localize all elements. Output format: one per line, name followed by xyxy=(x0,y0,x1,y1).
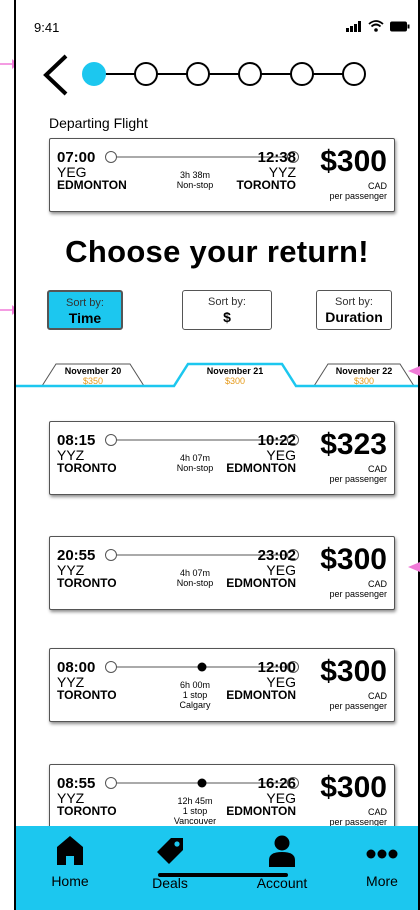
nav-account[interactable]: Account xyxy=(242,834,322,891)
flight-price: $323 xyxy=(320,428,387,461)
dep-city: TORONTO xyxy=(57,576,117,590)
annotation-arrow-flight-card xyxy=(408,562,420,572)
tag-icon xyxy=(157,838,183,864)
flight-price: $300 xyxy=(320,771,387,804)
step-4 xyxy=(238,62,262,86)
price-per-passenger: per passenger xyxy=(329,191,387,201)
price-currency: CAD xyxy=(367,807,387,817)
step-5 xyxy=(290,62,314,86)
step-2 xyxy=(134,62,158,86)
dep-city: TORONTO xyxy=(57,688,117,702)
tab-november-22[interactable]: November 22 $300 xyxy=(319,365,409,387)
price-per-passenger: per passenger xyxy=(329,589,387,599)
step-1 xyxy=(82,62,106,86)
person-icon xyxy=(269,835,295,867)
tab-november-20[interactable]: November 20 $350 xyxy=(48,365,138,387)
price-currency: CAD xyxy=(367,579,387,589)
phone-frame: 9:41 Departing Flight 07:00 YEG EDMONTON… xyxy=(14,0,420,910)
flight-price: $300 xyxy=(320,543,387,576)
progress-stepper xyxy=(80,59,390,89)
price-currency: CAD xyxy=(367,691,387,701)
price-per-passenger: per passenger xyxy=(329,701,387,711)
dep-city: TORONTO xyxy=(57,461,117,475)
departing-flight-label: Departing Flight xyxy=(49,115,148,131)
back-chevron-icon[interactable] xyxy=(38,52,74,98)
flight-price: $300 xyxy=(320,145,387,178)
arr-city: EDMONTON xyxy=(226,461,296,475)
nav-more[interactable]: More xyxy=(342,834,418,889)
dep-city: TORONTO xyxy=(57,804,117,818)
home-icon xyxy=(57,836,83,865)
date-tabs: November 20 $350 November 21 $300 Novemb… xyxy=(16,356,418,392)
signal-icon xyxy=(346,20,361,32)
wifi-icon xyxy=(368,20,384,32)
more-icon xyxy=(366,849,398,859)
return-flight-card[interactable]: 08:00 YYZ TORONTO 6h 00m 1 stop Calgary 12:00 Y… xyxy=(49,648,395,722)
flight-price: $300 xyxy=(320,655,387,688)
status-time: 9:41 xyxy=(34,20,60,35)
return-flight-card[interactable]: 08:15 YYZ TORONTO 4h 07m Non-stop 10:22 YEG EDM… xyxy=(49,421,395,495)
departing-flight-card[interactable]: 07:00 YEG EDMONTON 3h 38m Non-stop 12:38… xyxy=(49,138,395,212)
nav-deals[interactable]: Deals xyxy=(130,834,210,891)
tab-november-21[interactable]: November 21 $300 xyxy=(190,365,280,387)
page-title: Choose your return! xyxy=(65,234,369,269)
sort-by-time-button[interactable]: Sort by: Time xyxy=(47,290,123,330)
arr-city: TORONTO xyxy=(236,178,296,192)
status-bar: 9:41 xyxy=(16,0,418,40)
return-flight-card[interactable]: 20:55 YYZ TORONTO 4h 07m Non-stop 23:02 YEG EDM… xyxy=(49,536,395,610)
battery-icon xyxy=(390,21,410,31)
step-3 xyxy=(186,62,210,86)
step-6 xyxy=(342,62,366,86)
price-currency: CAD xyxy=(367,464,387,474)
nav-home[interactable]: Home xyxy=(30,834,110,889)
arr-city: EDMONTON xyxy=(226,576,296,590)
sort-by-price-button[interactable]: Sort by: $ xyxy=(182,290,272,330)
price-currency: CAD xyxy=(367,181,387,191)
price-per-passenger: per passenger xyxy=(329,474,387,484)
sort-by-duration-button[interactable]: Sort by: Duration xyxy=(316,290,392,330)
home-indicator xyxy=(158,873,288,877)
bottom-nav: Home Deals Account More xyxy=(16,826,418,910)
dep-city: EDMONTON xyxy=(57,178,127,192)
arr-city: EDMONTON xyxy=(226,688,296,702)
annotation-arrow-date-tabs xyxy=(408,366,420,376)
arr-city: EDMONTON xyxy=(226,804,296,818)
